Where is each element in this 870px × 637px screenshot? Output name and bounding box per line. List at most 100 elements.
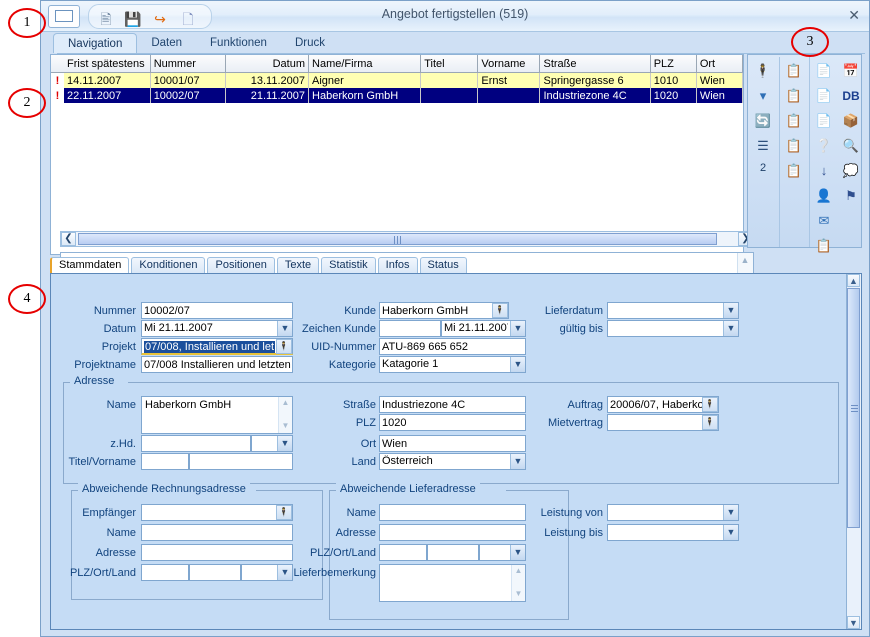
rechnungsadresse-name-field[interactable] [141, 524, 293, 541]
tab-status[interactable]: Status [419, 257, 467, 273]
records-grid[interactable]: Frist spätestens Nummer Datum Name/Firma… [50, 54, 754, 302]
projekt-field[interactable]: 07/008, Installieren und let [141, 338, 293, 355]
tab-stammdaten[interactable]: Stammdaten [50, 257, 130, 273]
lieferdatum-combo[interactable]: ▼ [607, 302, 739, 319]
auftrag-lookup-binoculars-icon[interactable]: 🕴 [702, 397, 718, 412]
collapse-all-icon[interactable]: ☰ [751, 134, 775, 157]
clipboard-delete-icon[interactable]: 📋 [782, 84, 806, 107]
grid-col-plz[interactable]: PLZ [650, 55, 697, 73]
chevron-down-icon[interactable]: ▼ [723, 321, 738, 336]
scroll-up-icon[interactable]: ▲ [513, 566, 524, 577]
tab-druck[interactable]: Druck [281, 33, 339, 53]
scroll-thumb[interactable] [78, 233, 717, 245]
grid-col-titel[interactable]: Titel [420, 55, 479, 73]
flag-add-icon[interactable]: ⚑ [839, 184, 863, 207]
zeichen-kunde-field[interactable] [379, 320, 441, 337]
tab-konditionen[interactable]: Konditionen [131, 257, 206, 273]
lieferadresse-adresse-field[interactable] [379, 524, 526, 541]
lieferadresse-plz-field[interactable] [379, 544, 427, 561]
balloon-check-icon[interactable]: 💭 [839, 159, 863, 182]
kunde-field[interactable]: Haberkorn GmbH [379, 302, 509, 319]
filter-icon[interactable]: ▾ [751, 84, 775, 107]
document-to-m-icon[interactable]: 📄 [812, 84, 836, 107]
scroll-up-icon[interactable]: ▲ [847, 274, 860, 287]
table-row[interactable]: ! 22.11.2007 10002/07 21.11.2007 Haberko… [51, 88, 744, 103]
vorname-field[interactable] [189, 453, 293, 470]
uid-nummer-field[interactable]: ATU-869 665 652 [379, 338, 526, 355]
zhd-field[interactable] [141, 435, 251, 452]
tab-infos[interactable]: Infos [377, 257, 418, 273]
grid-col-strasse[interactable]: Straße [539, 55, 651, 73]
zoom-in-icon[interactable]: 🔍 [839, 134, 863, 157]
clipboard-export-icon[interactable]: 📋 [782, 134, 806, 157]
zhd-combo[interactable]: ▼ [251, 435, 293, 452]
adresse-name-scrollbar[interactable]: ▲ ▼ [278, 397, 292, 433]
kategorie-combo[interactable]: Katagorie 1 ▼ [379, 356, 526, 373]
chevron-down-icon[interactable]: ▼ [510, 357, 525, 372]
projektname-field[interactable]: 07/008 Installieren und letzten [141, 356, 293, 373]
nummer-field[interactable]: 10002/07 [141, 302, 293, 319]
chevron-down-icon[interactable]: ▼ [277, 436, 292, 451]
lieferbemerkung-memo[interactable]: ▲ ▼ [379, 564, 526, 602]
document-to-a-icon[interactable]: 📄 [812, 59, 836, 82]
empfaenger-field[interactable] [141, 504, 293, 521]
scroll-down-icon[interactable]: ▼ [847, 616, 860, 629]
zeichen-kunde-date-combo[interactable]: Mi 21.11.2007 ▼ [441, 320, 526, 337]
binoculars-search-icon[interactable]: 🕴 [751, 59, 775, 82]
strasse-field[interactable]: Industriezone 4C [379, 396, 526, 413]
grid-col-namefirma[interactable]: Name/Firma [308, 55, 422, 73]
lieferbemerkung-scrollbar[interactable]: ▲ ▼ [511, 565, 525, 601]
plz-field[interactable]: 1020 [379, 414, 526, 431]
grid-col-ort[interactable]: Ort [696, 55, 744, 73]
tab-funktionen[interactable]: Funktionen [196, 33, 281, 53]
rechnungsadresse-ort-field[interactable] [189, 564, 241, 581]
refresh-icon[interactable]: 🔄 [751, 109, 775, 132]
gueltig-bis-combo[interactable]: ▼ [607, 320, 739, 337]
clipboard-edit-icon[interactable]: 📋 [782, 59, 806, 82]
leistung-von-combo[interactable]: ▼ [607, 504, 739, 521]
user-question-icon[interactable]: 👤 [812, 184, 836, 207]
titel-field[interactable] [141, 453, 189, 470]
mietvertrag-lookup-binoculars-icon[interactable]: 🕴 [702, 415, 718, 430]
kunde-lookup-binoculars-icon[interactable]: 🕴 [492, 303, 508, 318]
datum-combo[interactable]: Mi 21.11.2007 ▼ [141, 320, 293, 337]
scroll-down-icon[interactable]: ▼ [513, 589, 524, 600]
chevron-down-icon[interactable]: ▼ [723, 525, 738, 540]
calendar-question-icon[interactable]: 📅 [839, 59, 863, 82]
scroll-up-icon[interactable]: ▲ [280, 398, 291, 409]
chevron-down-icon[interactable]: ▼ [723, 303, 738, 318]
package-add-icon[interactable]: 📦 [839, 109, 863, 132]
tab-daten[interactable]: Daten [137, 33, 196, 53]
lieferadresse-ort-field[interactable] [427, 544, 479, 561]
rechnungsadresse-plz-field[interactable] [141, 564, 189, 581]
tab-statistik[interactable]: Statistik [321, 257, 376, 273]
leistung-bis-combo[interactable]: ▼ [607, 524, 739, 541]
tab-positionen[interactable]: Positionen [207, 257, 275, 273]
scroll-thumb[interactable] [847, 288, 860, 528]
table-row[interactable]: ! 14.11.2007 10001/07 13.11.2007 Aigner … [51, 72, 744, 88]
tab-texte[interactable]: Texte [276, 257, 320, 273]
chevron-down-icon[interactable]: ▼ [510, 454, 525, 469]
scroll-up-icon[interactable]: ▲ [739, 255, 751, 267]
land-combo[interactable]: Österreich ▼ [379, 453, 526, 470]
empfaenger-lookup-binoculars-icon[interactable]: 🕴 [276, 505, 292, 520]
lieferadresse-land-combo[interactable]: ▼ [479, 544, 526, 561]
sort-az-icon[interactable]: ↓ [812, 159, 836, 182]
grid-horizontal-scrollbar[interactable]: ❮ ❯ [60, 231, 754, 247]
grid-col-vorname[interactable]: Vorname [477, 55, 541, 73]
chevron-down-icon[interactable]: ▼ [723, 505, 738, 520]
clipboard-check-icon[interactable]: 📋 [782, 159, 806, 182]
ort-field[interactable]: Wien [379, 435, 526, 452]
tab-navigation[interactable]: Navigation [53, 33, 138, 53]
adresse-name-memo[interactable]: Haberkorn GmbH ▲ ▼ [141, 396, 293, 434]
detail-vertical-scrollbar[interactable]: ▲ ▼ [846, 274, 861, 629]
grid-col-datum[interactable]: Datum [225, 55, 310, 73]
scroll-left-icon[interactable]: ❮ [61, 232, 76, 246]
grid-col-frist[interactable]: Frist spätestens [64, 55, 151, 73]
clipboard-user-icon[interactable]: 📋 [782, 109, 806, 132]
mail-open-icon[interactable]: ✉ [812, 209, 836, 232]
scroll-down-icon[interactable]: ▼ [280, 421, 291, 432]
document-to-r-icon[interactable]: 📄 [812, 109, 836, 132]
close-icon[interactable]: ✕ [848, 7, 860, 24]
grid-col-nummer[interactable]: Nummer [150, 55, 226, 73]
